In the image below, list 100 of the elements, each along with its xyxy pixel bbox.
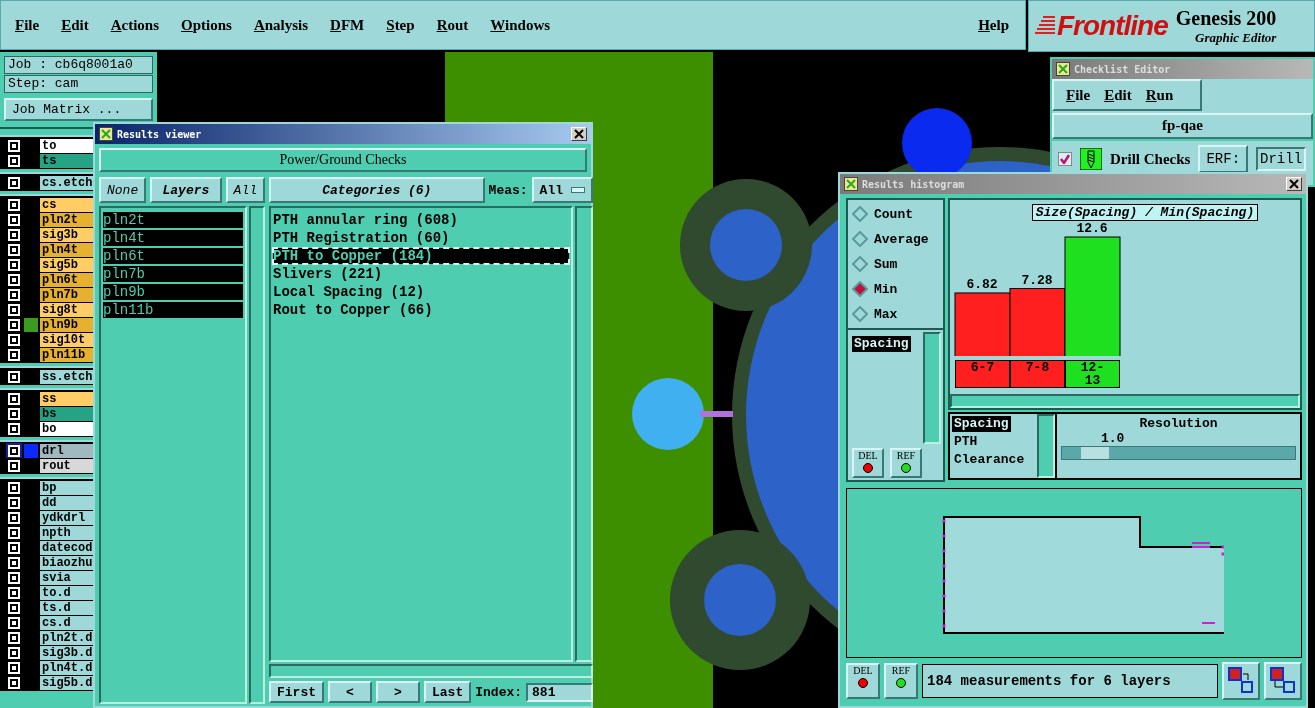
layer-checkbox[interactable] (8, 243, 20, 256)
list-item[interactable]: pln7b (103, 266, 243, 282)
layer-checkbox[interactable] (8, 541, 20, 554)
layer-name[interactable]: bp (40, 480, 93, 495)
layer-name[interactable]: ts (40, 153, 93, 168)
layer-checkbox[interactable] (8, 676, 20, 689)
layer-checkbox[interactable] (8, 481, 20, 494)
layer-checkbox[interactable] (8, 213, 20, 226)
layer-name[interactable]: pln7b (40, 287, 93, 302)
menu-item[interactable]: Run (1145, 86, 1174, 104)
list-item[interactable]: PTH Registration (60) (273, 230, 569, 246)
layers-button[interactable]: Layers (150, 177, 222, 203)
menu-item[interactable]: Windows (490, 16, 551, 34)
layer-name[interactable]: ts.d (40, 600, 93, 615)
layer-checkbox[interactable] (8, 392, 20, 405)
layer-name[interactable]: npth (40, 525, 93, 540)
layer-checkbox[interactable] (8, 370, 20, 383)
scrollbar[interactable] (249, 206, 265, 704)
menu-item[interactable]: File (1066, 86, 1091, 104)
close-button[interactable] (571, 127, 587, 141)
layer-name[interactable]: bo (40, 421, 93, 436)
categories-button[interactable]: Categories (6) (269, 177, 485, 203)
layer-checkbox[interactable] (8, 422, 20, 435)
layer-name[interactable]: rout (40, 458, 93, 473)
menu-item[interactable]: Edit (61, 16, 89, 34)
scrollbar[interactable] (1037, 414, 1055, 478)
layer-name[interactable]: sig5b (40, 257, 93, 272)
layer-checkbox[interactable] (8, 526, 20, 539)
layer-name[interactable]: biaozhu (40, 555, 93, 570)
nav-button[interactable]: First (269, 681, 324, 703)
radio-button[interactable] (852, 256, 868, 272)
list-item[interactable]: PTH (952, 434, 980, 450)
layer-name[interactable]: pln4t.d (40, 660, 93, 675)
nav-button[interactable]: < (328, 681, 372, 703)
menu-item[interactable]: Rout (436, 16, 469, 34)
list-item[interactable]: PTH annular ring (608) (273, 212, 569, 228)
list-item[interactable]: PTH to Copper (184) (273, 248, 569, 264)
slider-thumb[interactable] (1080, 447, 1109, 459)
layer-checkbox[interactable] (8, 601, 20, 614)
list-item[interactable]: Slivers (221) (273, 266, 569, 282)
layer-name[interactable]: ss.etch (40, 369, 93, 384)
help-menu[interactable]: Help (978, 16, 1009, 34)
layer-checkbox[interactable] (8, 303, 20, 316)
layer-checkbox[interactable] (8, 444, 20, 457)
resolution-slider[interactable] (1061, 446, 1296, 460)
layer-name[interactable]: drl (40, 443, 93, 458)
list-item[interactable]: pln11b (103, 302, 243, 318)
layer-name[interactable]: cs.d (40, 615, 93, 630)
layer-checkbox[interactable] (8, 258, 20, 271)
list-item[interactable]: Clearance (952, 452, 1027, 468)
layer-checkbox[interactable] (8, 333, 20, 346)
erf-button[interactable]: ERF: (1198, 145, 1249, 173)
scrollbar[interactable] (575, 206, 593, 662)
layer-checkbox[interactable] (8, 154, 20, 167)
layer-checkbox[interactable] (8, 318, 20, 331)
layer-name[interactable]: pln6t (40, 272, 93, 287)
layer-checkbox[interactable] (8, 586, 20, 599)
layer-name[interactable]: to.d (40, 585, 93, 600)
layer-checkbox[interactable] (8, 198, 20, 211)
layer-name[interactable]: pln2t (40, 212, 93, 227)
radio-button[interactable] (852, 231, 868, 247)
list-item[interactable]: pln9b (103, 284, 243, 300)
menu-item[interactable]: Options (181, 16, 232, 34)
menu-item[interactable]: Step (386, 16, 415, 34)
menu-item[interactable]: File (15, 16, 40, 34)
delete-button[interactable]: DEL (852, 448, 884, 478)
layer-name[interactable]: pln9b (40, 317, 93, 332)
delete-button[interactable]: DEL (846, 663, 880, 699)
layer-name[interactable]: sig3b (40, 227, 93, 242)
layer-checkbox[interactable] (8, 459, 20, 472)
layer-name[interactable]: ydkdrl (40, 510, 93, 525)
layer-checkbox[interactable] (8, 273, 20, 286)
scrollbar[interactable] (950, 394, 1300, 408)
list-item[interactable]: Spacing (852, 336, 911, 352)
layer-name[interactable]: pln11b (40, 347, 93, 362)
meas-dropdown[interactable]: All (531, 177, 593, 203)
layer-checkbox[interactable] (8, 616, 20, 629)
layer-name[interactable]: svia (40, 570, 93, 585)
layer-name[interactable]: sig3b.d (40, 645, 93, 660)
layer-checkbox[interactable] (8, 511, 20, 524)
menu-item[interactable]: Actions (110, 16, 160, 34)
export-icon-button[interactable] (1222, 662, 1260, 700)
select-all-button[interactable]: All (225, 177, 265, 203)
checkbox[interactable] (1058, 152, 1072, 166)
layer-checkbox[interactable] (8, 348, 20, 361)
nav-button[interactable]: Last (424, 681, 472, 703)
scrollbar[interactable] (269, 664, 593, 678)
layer-checkbox[interactable] (8, 139, 20, 152)
layer-checkbox[interactable] (8, 407, 20, 420)
layer-name[interactable]: dd (40, 495, 93, 510)
layer-name[interactable]: sig8t (40, 302, 93, 317)
layer-name[interactable]: to (40, 138, 93, 153)
list-item[interactable]: Spacing (952, 416, 1011, 432)
select-none-button[interactable]: None (99, 177, 147, 203)
menu-item[interactable]: Analysis (253, 16, 309, 34)
layer-name[interactable]: ss (40, 391, 93, 406)
layer-name[interactable]: datecod (40, 540, 93, 555)
layer-name[interactable]: cs.etch (40, 175, 93, 190)
layer-name[interactable]: sig5b.d (40, 675, 93, 690)
layer-checkbox[interactable] (8, 496, 20, 509)
